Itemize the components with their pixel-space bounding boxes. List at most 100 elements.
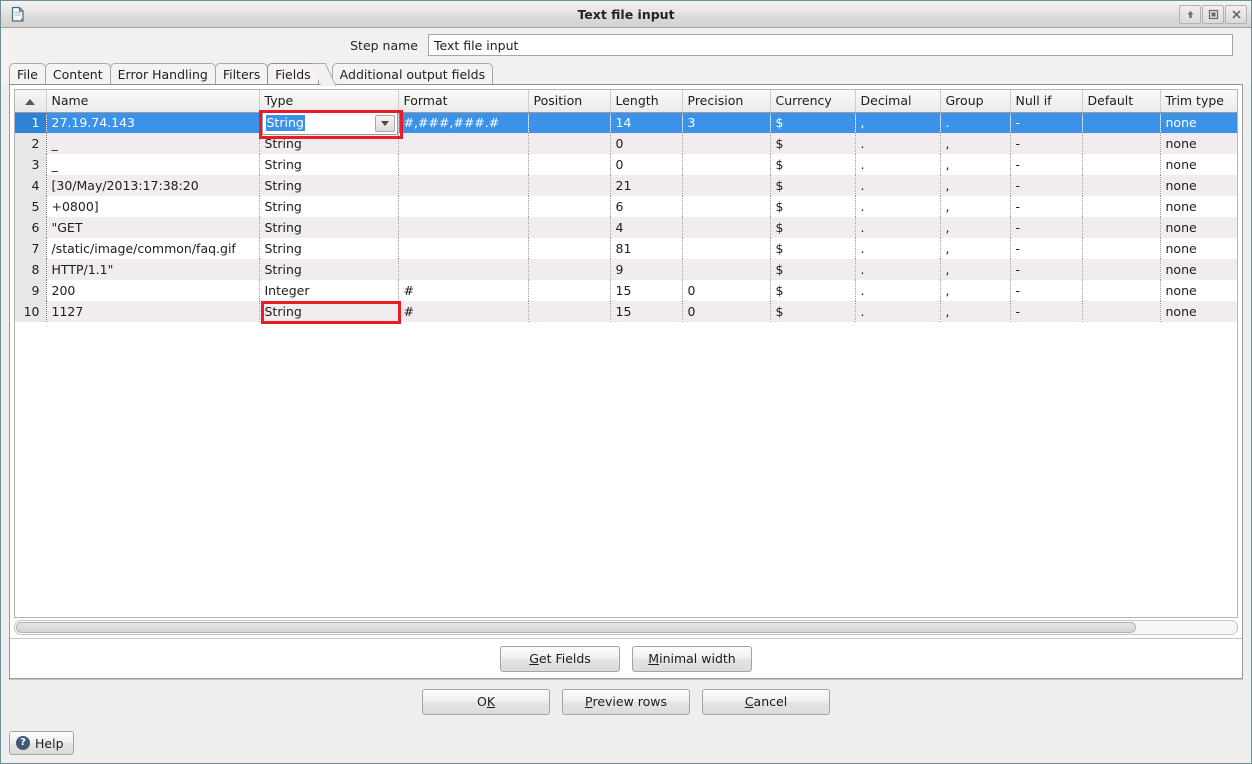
cell-type[interactable]: String <box>259 238 399 259</box>
cell-default[interactable] <box>1082 280 1161 301</box>
cell-decimal[interactable]: . <box>855 280 941 301</box>
tab-file[interactable]: File <box>9 63 46 84</box>
maximize-icon[interactable] <box>1202 4 1224 24</box>
cell-currency[interactable]: $ <box>770 280 856 301</box>
cell-precision[interactable] <box>682 217 771 238</box>
tab-content[interactable]: Content <box>44 63 111 84</box>
cell-default[interactable] <box>1082 196 1161 217</box>
cell-default[interactable] <box>1082 301 1161 322</box>
cell-type[interactable]: String <box>259 133 399 154</box>
cell-currency[interactable]: $ <box>770 175 856 196</box>
cell-group[interactable]: , <box>940 301 1011 322</box>
cell-length[interactable]: 0 <box>610 133 683 154</box>
cell-name[interactable]: [30/May/2013:17:38:20 <box>46 175 260 196</box>
cell-default[interactable] <box>1082 112 1161 133</box>
type-combobox[interactable]: String <box>261 111 398 135</box>
cell-format[interactable] <box>398 238 529 259</box>
table-row[interactable]: 8 HTTP/1.1" String 9 $., - none <box>15 259 1237 280</box>
table-row[interactable]: 6 "GET String 4 $., - none <box>15 217 1237 238</box>
cell-position[interactable] <box>528 175 611 196</box>
cell-decimal[interactable]: , <box>855 112 941 133</box>
cell-nullif[interactable]: - <box>1010 259 1083 280</box>
table-row[interactable]: 9 200 Integer #15 0 $., - none <box>15 280 1237 301</box>
cell-currency[interactable]: $ <box>770 238 856 259</box>
cell-length[interactable]: 4 <box>610 217 683 238</box>
cell-group[interactable]: . <box>940 112 1011 133</box>
cell-currency[interactable]: $ <box>770 154 856 175</box>
cell-trimtype[interactable]: none <box>1160 133 1237 154</box>
cell-format[interactable]: # <box>398 280 529 301</box>
row-number-cell[interactable]: 3 <box>15 154 47 175</box>
get-fields-button[interactable]: Get Fields <box>500 645 620 672</box>
cell-group[interactable]: , <box>940 280 1011 301</box>
row-number-cell[interactable]: 9 <box>15 280 47 301</box>
column-header-currency[interactable]: Currency <box>770 90 856 113</box>
cell-decimal[interactable]: . <box>855 217 941 238</box>
cell-precision[interactable] <box>682 196 771 217</box>
cell-name[interactable]: 200 <box>46 280 260 301</box>
cell-trimtype[interactable]: none <box>1160 238 1237 259</box>
cell-nullif[interactable]: - <box>1010 154 1083 175</box>
cell-type[interactable]: String <box>259 217 399 238</box>
cell-type[interactable]: String <box>259 154 399 175</box>
cell-format[interactable] <box>398 259 529 280</box>
tab-error-handling[interactable]: Error Handling <box>109 63 216 84</box>
cell-decimal[interactable]: . <box>855 301 941 322</box>
cell-name[interactable]: +0800] <box>46 196 260 217</box>
table-row[interactable]: 5 +0800] String 6 $., - none <box>15 196 1237 217</box>
cell-trimtype[interactable]: none <box>1160 112 1237 133</box>
help-button[interactable]: ? Help <box>9 731 74 755</box>
cell-precision[interactable] <box>682 238 771 259</box>
cell-name[interactable]: _ <box>46 133 260 154</box>
table-row[interactable]: 1 27.19.74.143 String #,###,###.# 14 3 $,. - non… <box>15 111 1237 135</box>
cell-default[interactable] <box>1082 154 1161 175</box>
cell-position[interactable] <box>528 238 611 259</box>
column-header-name[interactable]: Name <box>46 90 260 113</box>
cell-group[interactable]: , <box>940 154 1011 175</box>
row-number-cell[interactable]: 6 <box>15 217 47 238</box>
cell-type[interactable]: String <box>259 259 399 280</box>
cell-format[interactable]: #,###,###.# <box>398 112 529 133</box>
cell-position[interactable] <box>528 259 611 280</box>
cell-name[interactable]: HTTP/1.1" <box>46 259 260 280</box>
cell-nullif[interactable]: - <box>1010 217 1083 238</box>
cell-length[interactable]: 6 <box>610 196 683 217</box>
cell-precision[interactable] <box>682 133 771 154</box>
cell-group[interactable]: , <box>940 217 1011 238</box>
cell-currency[interactable]: $ <box>770 301 856 322</box>
cell-length[interactable]: 9 <box>610 259 683 280</box>
horizontal-scrollbar[interactable] <box>14 620 1238 635</box>
cell-length[interactable]: 21 <box>610 175 683 196</box>
row-number-cell[interactable]: 10 <box>15 301 47 322</box>
row-number-cell[interactable]: 4 <box>15 175 47 196</box>
cell-precision[interactable] <box>682 154 771 175</box>
cell-type[interactable]: String <box>259 175 399 196</box>
cell-length[interactable]: 0 <box>610 154 683 175</box>
cell-group[interactable]: , <box>940 133 1011 154</box>
cell-currency[interactable]: $ <box>770 196 856 217</box>
cell-nullif[interactable]: - <box>1010 175 1083 196</box>
column-header-type[interactable]: Type <box>259 90 399 113</box>
cell-position[interactable] <box>528 112 611 133</box>
cell-precision[interactable]: 0 <box>682 280 771 301</box>
cell-decimal[interactable]: . <box>855 259 941 280</box>
cancel-button[interactable]: Cancel <box>702 688 830 715</box>
cell-format[interactable]: # <box>398 301 529 322</box>
column-header-position[interactable]: Position <box>528 90 611 113</box>
preview-rows-button[interactable]: Preview rows <box>562 688 690 715</box>
column-header-trimtype[interactable]: Trim type <box>1160 90 1237 113</box>
column-header-rownum[interactable] <box>15 90 47 113</box>
column-header-length[interactable]: Length <box>610 90 683 113</box>
row-number-cell[interactable]: 8 <box>15 259 47 280</box>
cell-trimtype[interactable]: none <box>1160 154 1237 175</box>
cell-length[interactable]: 81 <box>610 238 683 259</box>
cell-group[interactable]: , <box>940 238 1011 259</box>
table-row[interactable]: 10 1127 String #15 0 $., - none <box>15 301 1237 322</box>
cell-position[interactable] <box>528 196 611 217</box>
cell-default[interactable] <box>1082 238 1161 259</box>
cell-type[interactable]: String <box>259 196 399 217</box>
cell-format[interactable] <box>398 217 529 238</box>
cell-position[interactable] <box>528 154 611 175</box>
cell-trimtype[interactable]: none <box>1160 196 1237 217</box>
cell-default[interactable] <box>1082 259 1161 280</box>
